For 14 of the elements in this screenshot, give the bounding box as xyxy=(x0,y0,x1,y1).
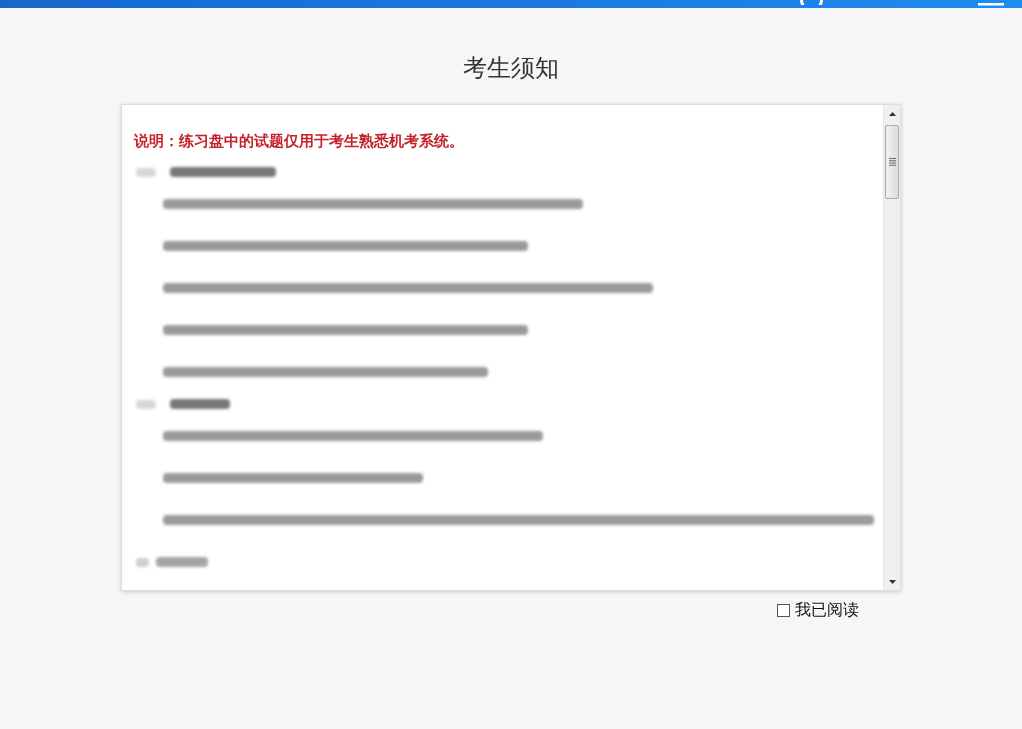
blurred-list-marker xyxy=(136,399,156,409)
checkbox[interactable] xyxy=(777,603,790,617)
scrollbar-thumb[interactable] xyxy=(885,125,899,199)
blurred-text xyxy=(156,557,208,567)
notice-note: 说明：练习盘中的试题仅用于考生熟悉机考系统。 xyxy=(134,131,464,151)
grip-lines-icon xyxy=(888,157,896,167)
checkbox-label[interactable]: 我已阅读 xyxy=(795,600,859,620)
blurred-heading xyxy=(170,399,230,409)
page-title: 考生须知 xyxy=(463,54,559,81)
up-triangle-icon xyxy=(888,111,896,116)
scrollbar[interactable] xyxy=(883,105,900,590)
blurred-list-marker xyxy=(136,557,149,567)
blurred-list-marker xyxy=(136,167,156,177)
down-triangle-icon xyxy=(888,579,896,584)
